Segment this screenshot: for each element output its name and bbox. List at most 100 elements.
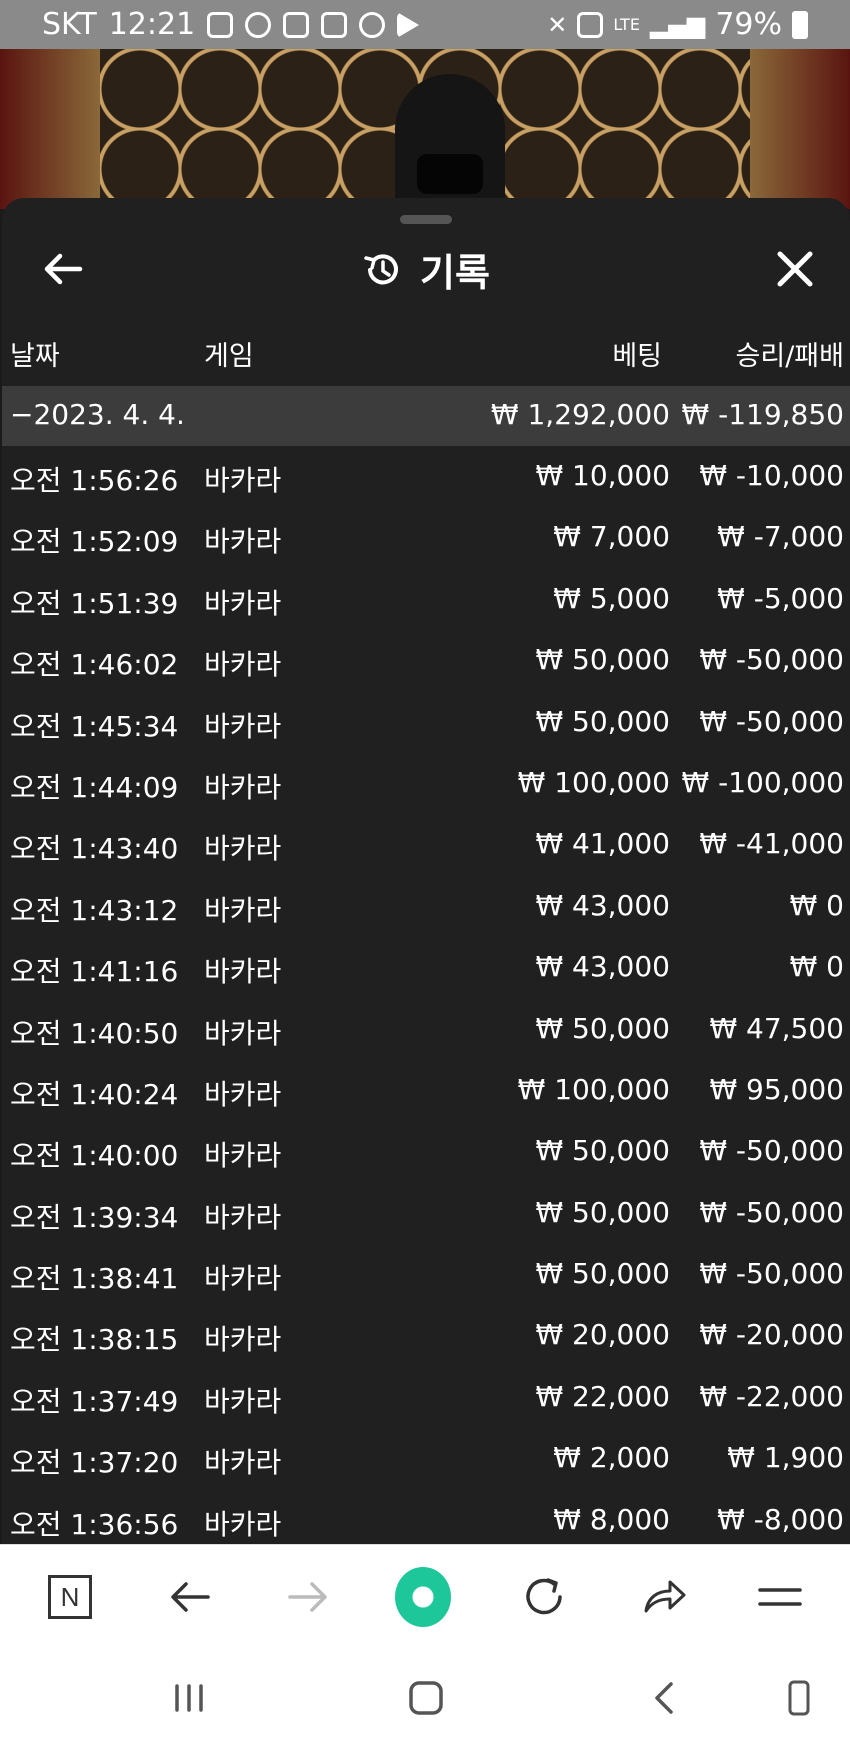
row-time: 오전 1:37:49	[10, 1384, 179, 1418]
header-game: 게임	[204, 341, 254, 372]
status-bar: SKT 12:21 ✕ LTE ▂▄▆ 79%	[0, 0, 850, 49]
row-bet: ₩ 50,000	[535, 1195, 670, 1229]
row-game: 바카라	[204, 525, 282, 559]
recents-icon	[175, 1684, 203, 1712]
history-row[interactable]: 오전 1:40:50 바카라 ₩ 50,000 ₩ 47,500	[2, 999, 850, 1060]
row-game: 바카라	[204, 1016, 282, 1050]
history-row[interactable]: 오전 1:36:56 바카라 ₩ 8,000 ₩ -8,000	[2, 1490, 850, 1544]
history-row[interactable]: 오전 1:43:40 바카라 ₩ 41,000 ₩ -41,000	[2, 814, 850, 875]
share-button[interactable]	[636, 1569, 692, 1625]
battery-icon	[792, 10, 808, 39]
row-game: 바카라	[204, 1507, 282, 1541]
row-game: 바카라	[204, 770, 282, 804]
date-summary-row[interactable]: −2023. 4. 4. ₩ 1,292,000 ₩ -119,850	[2, 386, 850, 446]
history-row[interactable]: 오전 1:38:15 바카라 ₩ 20,000 ₩ -20,000	[2, 1305, 850, 1366]
row-result: ₩ -50,000	[699, 643, 844, 677]
row-bet: ₩ 100,000	[517, 765, 670, 799]
row-time: 오전 1:38:15	[10, 1323, 179, 1357]
row-time: 오전 1:38:41	[10, 1262, 179, 1296]
arrow-left-icon	[44, 253, 83, 285]
row-bet: ₩ 50,000	[535, 704, 670, 738]
row-result: ₩ -22,000	[699, 1379, 844, 1413]
row-result: ₩ -10,000	[699, 459, 844, 492]
recent-apps-button[interactable]	[159, 1673, 219, 1723]
history-row[interactable]: 오전 1:43:12 바카라 ₩ 43,000 ₩ 0	[2, 876, 850, 937]
green-dot-button[interactable]	[395, 1567, 451, 1627]
refresh-icon	[526, 1578, 562, 1615]
drag-handle[interactable]	[400, 215, 452, 224]
rotate-icon	[788, 1680, 810, 1716]
history-row[interactable]: 오전 1:51:39 바카라 ₩ 5,000 ₩ -5,000	[2, 569, 850, 630]
history-row[interactable]: 오전 1:44:09 바카라 ₩ 100,000 ₩ -100,000	[2, 753, 850, 814]
row-result: ₩ -50,000	[699, 1134, 844, 1168]
history-row[interactable]: 오전 1:41:16 바카라 ₩ 43,000 ₩ 0	[2, 937, 850, 998]
history-row[interactable]: 오전 1:45:34 바카라 ₩ 50,000 ₩ -50,000	[2, 692, 850, 753]
row-time: 오전 1:36:56	[10, 1507, 179, 1541]
home-button[interactable]	[396, 1673, 456, 1723]
row-time: 오전 1:40:50	[10, 1016, 179, 1050]
row-game: 바카라	[204, 832, 282, 866]
row-result: ₩ -50,000	[699, 704, 844, 738]
row-result: ₩ -41,000	[699, 827, 844, 861]
menu-button[interactable]	[752, 1569, 808, 1625]
history-row[interactable]: 오전 1:56:26 바카라 ₩ 10,000 ₩ -10,000	[2, 446, 850, 507]
row-result: ₩ 95,000	[709, 1072, 844, 1106]
close-button[interactable]	[770, 244, 820, 294]
back-arrow-icon	[171, 1582, 210, 1612]
green-dot-icon	[395, 1567, 451, 1627]
naver-home-button[interactable]: N	[42, 1569, 98, 1625]
row-bet: ₩ 50,000	[535, 1257, 670, 1291]
row-game: 바카라	[204, 893, 282, 927]
app-notification-icon	[321, 11, 348, 38]
history-row[interactable]: 오전 1:37:49 바카라 ₩ 22,000 ₩ -22,000	[2, 1367, 850, 1428]
row-result: ₩ -8,000	[717, 1502, 844, 1536]
row-bet: ₩ 10,000	[535, 459, 670, 492]
row-result: ₩ -5,000	[717, 581, 844, 615]
row-result: ₩ -100,000	[681, 765, 844, 799]
history-row[interactable]: 오전 1:38:41 바카라 ₩ 50,000 ₩ -50,000	[2, 1244, 850, 1305]
header-date: 날짜	[10, 341, 60, 372]
talk-icon	[245, 11, 272, 38]
clock-label: 12:21	[108, 7, 196, 42]
row-time: 오전 1:56:26	[10, 464, 179, 497]
sheet-title: 기록	[362, 242, 490, 297]
history-row[interactable]: 오전 1:37:20 바카라 ₩ 2,000 ₩ 1,900	[2, 1428, 850, 1489]
history-row[interactable]: 오전 1:39:34 바카라 ₩ 50,000 ₩ -50,000	[2, 1183, 850, 1244]
share-icon	[644, 1580, 686, 1613]
row-game: 바카라	[204, 1262, 282, 1296]
row-result: ₩ 47,500	[709, 1011, 844, 1045]
back-button[interactable]	[40, 246, 86, 292]
forward-arrow-icon	[288, 1582, 327, 1612]
history-row[interactable]: 오전 1:52:09 바카라 ₩ 7,000 ₩ -7,000	[2, 507, 850, 568]
row-bet: ₩ 50,000	[535, 1011, 670, 1045]
browser-back-button[interactable]	[162, 1569, 218, 1625]
naver-home-icon: N	[48, 1575, 92, 1619]
row-result: ₩ 1,900	[727, 1441, 844, 1475]
row-game: 바카라	[204, 1446, 282, 1480]
browser-forward-button[interactable]	[280, 1569, 336, 1625]
row-bet: ₩ 50,000	[535, 1134, 670, 1168]
history-list: 오전 1:56:26 바카라 ₩ 10,000 ₩ -10,000 오전 1:52:09…	[2, 446, 850, 1544]
system-back-button[interactable]	[635, 1673, 695, 1723]
history-row[interactable]: 오전 1:46:02 바카라 ₩ 50,000 ₩ -50,000	[2, 630, 850, 691]
history-row[interactable]: 오전 1:40:24 바카라 ₩ 100,000 ₩ 95,000	[2, 1060, 850, 1121]
row-time: 오전 1:44:09	[10, 770, 179, 804]
row-game: 바카라	[204, 648, 282, 682]
row-time: 오전 1:51:39	[10, 586, 179, 620]
summary-win-loss: ₩ -119,850	[681, 398, 844, 431]
header-win-loss: 승리/패배	[735, 341, 844, 372]
row-bet: ₩ 2,000	[553, 1441, 670, 1475]
title-text: 기록	[420, 251, 490, 295]
row-time: 오전 1:45:34	[10, 709, 179, 743]
history-icon	[364, 253, 398, 284]
row-bet: ₩ 20,000	[535, 1318, 670, 1352]
row-result: ₩ 0	[789, 888, 844, 922]
row-result: ₩ 0	[789, 950, 844, 984]
row-game: 바카라	[204, 1200, 282, 1234]
history-row[interactable]: 오전 1:40:00 바카라 ₩ 50,000 ₩ -50,000	[2, 1121, 850, 1182]
row-bet: ₩ 50,000	[535, 643, 670, 677]
row-game: 바카라	[204, 1139, 282, 1173]
refresh-button[interactable]	[516, 1569, 572, 1625]
talk-icon	[359, 11, 386, 38]
screen-rotate-button[interactable]	[769, 1673, 829, 1723]
